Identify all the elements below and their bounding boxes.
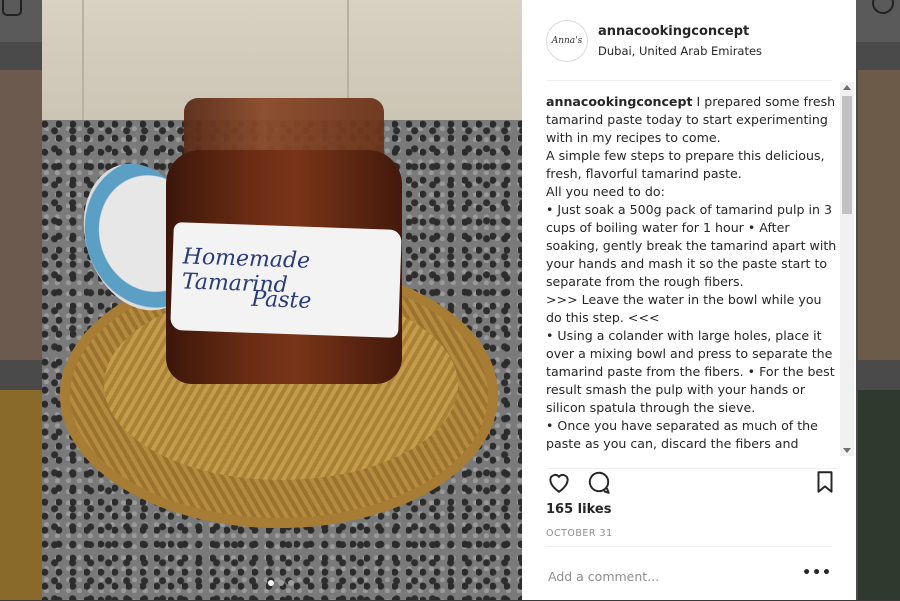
post-sidebar: Anna's annacookingconcept Dubai, United … — [522, 0, 856, 600]
background-post-left-bottom[interactable] — [0, 390, 42, 600]
post-actions — [546, 468, 838, 501]
instagram-icon — [2, 0, 22, 16]
caption-line: • Once you have separated as much of the… — [546, 418, 822, 451]
carousel-dot — [288, 580, 294, 586]
background-post-right-top[interactable] — [858, 70, 900, 360]
username-link[interactable]: annacookingconcept — [598, 24, 749, 39]
post-photo[interactable]: Homemade Tamarind Paste — [42, 0, 522, 600]
background-post-right-bottom[interactable] — [858, 390, 900, 600]
location-link[interactable]: Dubai, United Arab Emirates — [598, 44, 762, 58]
caption-scrollbar[interactable] — [840, 82, 854, 456]
heart-icon[interactable] — [546, 469, 572, 495]
scrollbar-thumb[interactable] — [842, 96, 852, 214]
scroll-up-icon[interactable] — [843, 85, 851, 90]
likes-count[interactable]: 165 likes — [546, 502, 611, 517]
jar-label: Homemade Tamarind Paste — [170, 222, 402, 338]
scroll-down-icon[interactable] — [843, 448, 851, 453]
post-caption: annacookingconcept I prepared some fresh… — [546, 93, 838, 455]
carousel-dot — [278, 580, 284, 586]
background-post-left-top[interactable] — [0, 70, 42, 360]
avatar[interactable]: Anna's — [546, 20, 588, 62]
caption-line: All you need to do: — [546, 184, 665, 199]
post-modal: Homemade Tamarind Paste Anna's annacooki… — [42, 0, 856, 600]
bookmark-icon[interactable] — [812, 469, 838, 495]
caption-username[interactable]: annacookingconcept — [546, 94, 693, 109]
post-header: Anna's annacookingconcept Dubai, United … — [546, 20, 832, 81]
caption-line: A simple few steps to prepare this delic… — [546, 148, 829, 181]
caption-line: • Using a colander with large holes, pla… — [546, 328, 835, 415]
caption-line: • Just soak a 500g pack of tamarind pulp… — [546, 202, 837, 289]
jar-label-line-2: Paste — [250, 286, 312, 314]
caption-line: >>> Leave the water in the bowl while yo… — [546, 292, 826, 325]
more-options-icon[interactable]: ••• — [802, 565, 832, 581]
add-comment-section: ••• — [546, 546, 832, 601]
carousel-dot — [268, 580, 274, 586]
avatar-text: Anna's — [551, 36, 583, 46]
tamarind-jar: Homemade Tamarind Paste — [166, 98, 402, 384]
comment-icon[interactable] — [586, 469, 612, 495]
carousel-dots — [268, 580, 294, 586]
post-date[interactable]: OCTOBER 31 — [546, 528, 613, 539]
comment-input[interactable] — [546, 561, 790, 591]
